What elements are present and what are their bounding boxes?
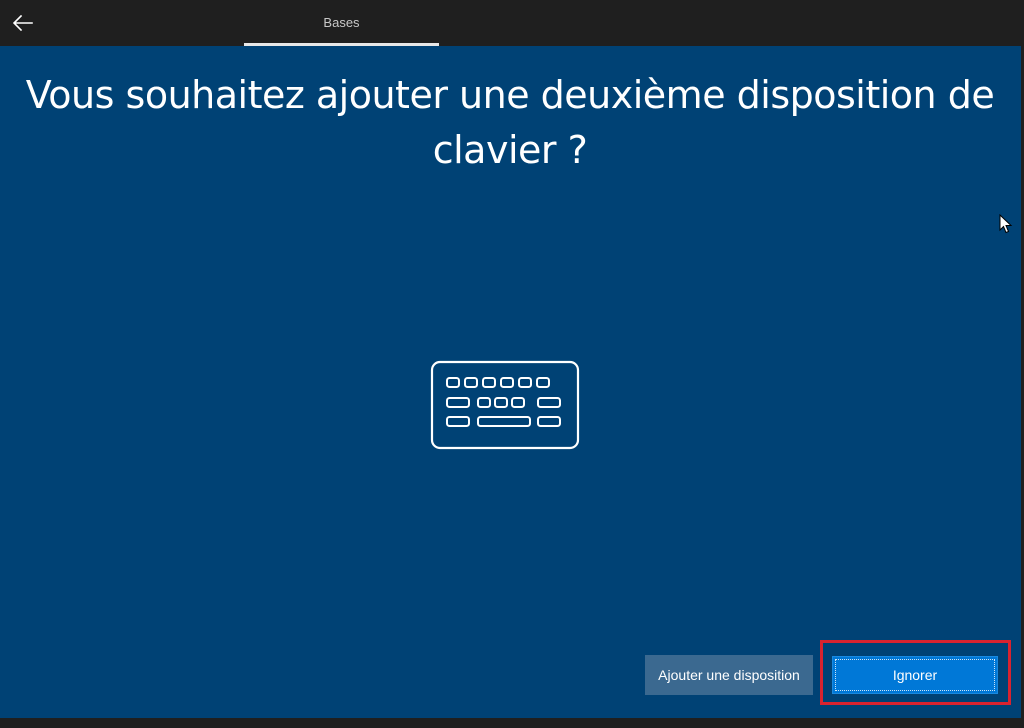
page-title: Vous souhaitez ajouter une deuxième disp…	[25, 73, 995, 172]
bottom-strip	[0, 718, 1024, 728]
tab-bases[interactable]: Bases	[244, 0, 439, 45]
skip-button[interactable]: Ignorer	[832, 656, 998, 694]
main-panel: Vous souhaitez ajouter une deuxième disp…	[0, 46, 1021, 718]
mouse-cursor-icon	[999, 214, 1013, 234]
top-bar: Bases	[0, 0, 1024, 46]
keyboard-icon	[430, 360, 580, 450]
back-button[interactable]	[4, 5, 42, 41]
add-layout-button[interactable]: Ajouter une disposition	[645, 655, 813, 695]
oobe-screen: Bases Vous souhaitez ajouter une deuxièm…	[0, 0, 1024, 728]
back-arrow-icon	[13, 15, 33, 31]
